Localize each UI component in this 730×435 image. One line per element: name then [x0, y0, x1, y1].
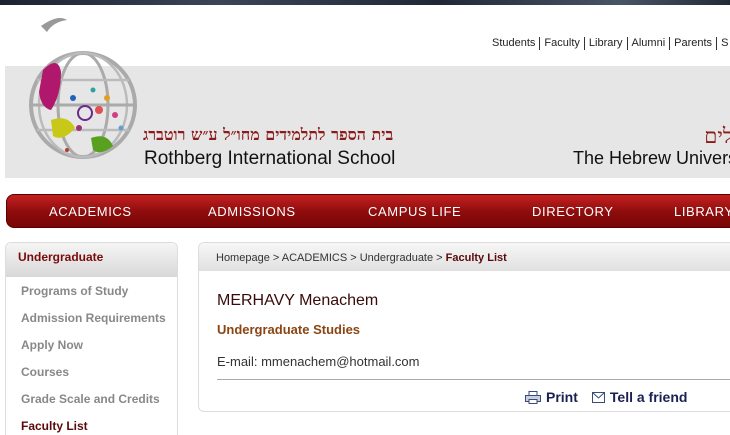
sidebar-item-apply-now[interactable]: Apply Now: [21, 338, 83, 352]
main-nav: ACADEMICS ADMISSIONS CAMPUS LIFE DIRECTO…: [6, 194, 730, 228]
email-row: E-mail: mmenachem@hotmail.com: [217, 354, 420, 369]
faculty-department: Undergraduate Studies: [217, 322, 361, 337]
sidebar-title[interactable]: Undergraduate: [6, 243, 177, 277]
breadcrumb-academics[interactable]: ACADEMICS: [282, 252, 347, 264]
university-name-english: The Hebrew University of Jerusalem: [573, 148, 730, 168]
printer-icon: [525, 390, 541, 404]
sidebar-item-courses[interactable]: Courses: [21, 365, 69, 379]
breadcrumb-homepage[interactable]: Homepage: [216, 252, 270, 264]
nav-library[interactable]: LIBRARY: [674, 204, 730, 219]
top-link-students[interactable]: Students: [488, 37, 541, 50]
envelope-icon: [591, 391, 605, 403]
university-name-hebrew: האוניברסיטה העברית בירושלים: [704, 124, 730, 148]
top-link-more[interactable]: S: [717, 37, 730, 50]
university-name-block: האוניברסיטה העברית בירושלים The Hebrew U…: [560, 118, 730, 178]
school-name-english: Rothberg International School: [144, 148, 396, 169]
email-link[interactable]: mmenachem@hotmail.com: [261, 354, 419, 369]
breadcrumb-current: Faculty List: [445, 252, 507, 264]
page-actions: Print Tell a friend: [525, 389, 687, 405]
top-link-library[interactable]: Library: [585, 37, 628, 50]
nav-campus-life[interactable]: CAMPUS LIFE: [368, 204, 461, 219]
print-button[interactable]: Print: [525, 389, 578, 405]
top-link-alumni[interactable]: Alumni: [628, 37, 671, 50]
divider: [217, 379, 730, 380]
nav-academics[interactable]: ACADEMICS: [49, 204, 132, 219]
breadcrumb-separator: >: [347, 252, 360, 264]
sidebar: Undergraduate Programs of Study Admissio…: [5, 242, 178, 435]
sidebar-item-grade-scale[interactable]: Grade Scale and Credits: [21, 392, 160, 406]
sidebar-item-faculty-list[interactable]: Faculty List: [21, 419, 88, 433]
print-label: Print: [546, 389, 578, 405]
sidebar-item-programs-of-study[interactable]: Programs of Study: [21, 284, 128, 298]
breadcrumb-undergraduate[interactable]: Undergraduate: [360, 252, 433, 264]
tell-a-friend-button[interactable]: Tell a friend: [591, 389, 688, 405]
school-name-hebrew: בית הספר לתלמידים מחו״ל ע״ש רוטברג: [143, 125, 394, 144]
school-logo-globe[interactable]: [3, 10, 153, 170]
nav-directory[interactable]: DIRECTORY: [532, 204, 614, 219]
breadcrumb: Homepage > ACADEMICS > Undergraduate > F…: [199, 243, 730, 271]
email-label: E-mail:: [217, 354, 258, 369]
faculty-name: MERHAVY Menachem: [217, 292, 379, 309]
top-decorative-strip: [0, 0, 730, 5]
tell-a-friend-label: Tell a friend: [609, 389, 688, 405]
nav-admissions[interactable]: ADMISSIONS: [208, 204, 296, 219]
breadcrumb-separator: >: [433, 252, 446, 264]
main-content: Homepage > ACADEMICS > Undergraduate > F…: [198, 242, 730, 412]
breadcrumb-separator: >: [269, 252, 282, 264]
top-link-faculty[interactable]: Faculty: [540, 37, 585, 50]
top-link-parents[interactable]: Parents: [670, 37, 718, 50]
sidebar-item-admission-requirements[interactable]: Admission Requirements: [21, 311, 166, 325]
top-links: Students Faculty Library Alumni Parents …: [488, 37, 730, 50]
